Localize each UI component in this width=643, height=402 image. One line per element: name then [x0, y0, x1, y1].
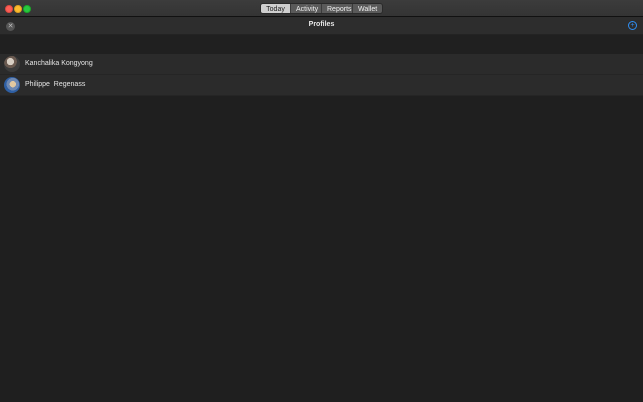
list-item[interactable]: Philippe Regenass	[0, 75, 643, 96]
avatar	[4, 56, 20, 72]
window-zoom-button[interactable]	[23, 5, 31, 13]
list-item[interactable]: Kanchalika Kongyong	[0, 54, 643, 75]
page-title: Profiles	[308, 21, 335, 28]
tab-activity[interactable]: Activity	[291, 4, 322, 13]
plus-circle-icon[interactable]: +	[628, 21, 637, 30]
profiles-header: ✕ Profiles +	[0, 17, 643, 35]
window-minimize-button[interactable]	[14, 5, 22, 13]
section-spacer	[0, 35, 643, 55]
title-bar: Today Activity Reports Wallet	[0, 0, 643, 17]
profile-list: Kanchalika Kongyong Philippe Regenass	[0, 54, 643, 96]
window-close-button[interactable]	[5, 5, 13, 13]
tab-wallet[interactable]: Wallet	[353, 4, 382, 13]
view-switcher: Today Activity Reports Wallet	[260, 3, 383, 14]
avatar	[4, 77, 20, 93]
app-window: Today Activity Reports Wallet ✕ Profiles…	[0, 0, 643, 402]
tab-reports[interactable]: Reports	[322, 4, 353, 13]
profile-name: Kanchalika Kongyong	[25, 60, 93, 67]
tab-today[interactable]: Today	[261, 4, 291, 13]
profile-name: Philippe Regenass	[25, 81, 86, 88]
